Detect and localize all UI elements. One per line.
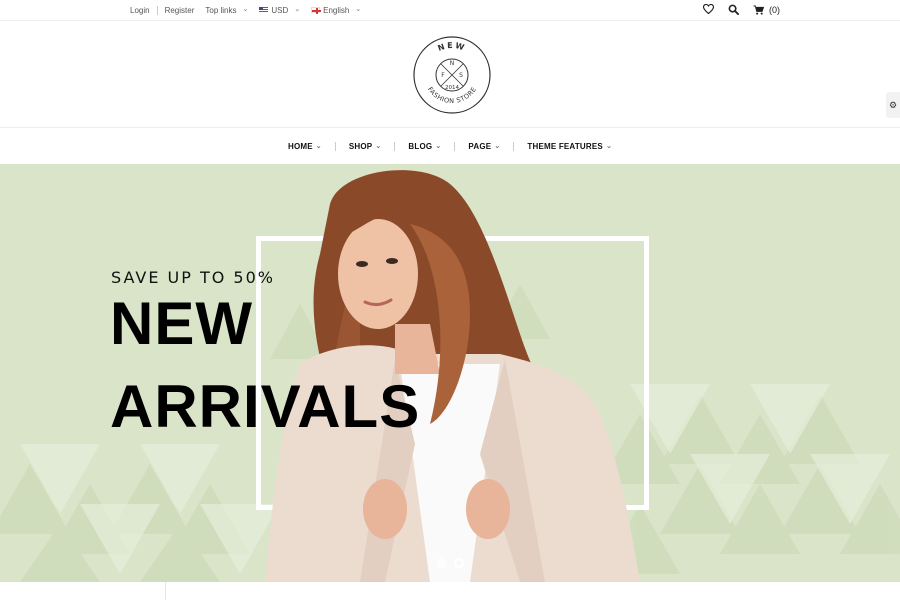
nav-item-theme-features[interactable]: THEME FEATURES ⌄ [514,142,625,151]
content-strip [0,582,900,600]
search-button[interactable] [728,4,739,17]
slider-pagination [436,558,464,568]
nav-label: HOME [287,142,313,151]
header-actions: (0) [702,0,780,20]
store-logo[interactable]: NEW FASHION STORE N F S 2014 [413,36,491,114]
chevron-down-icon: ⌄ [315,142,322,150]
nav-item-home[interactable]: HOME ⌄ [275,142,335,151]
wishlist-button[interactable] [702,3,715,16]
logo-emblem: NEW FASHION STORE N F S 2014 [413,36,491,114]
cart-icon [753,5,764,15]
nav-item-page[interactable]: PAGE ⌄ [455,142,513,151]
hero-headline-line1: NEW [110,290,253,357]
currency-dropdown[interactable]: USD ⌄ [259,6,300,15]
slider-dot-active[interactable] [454,558,464,568]
divider [165,582,166,600]
chevron-down-icon: ⌄ [605,142,613,150]
nav-item-blog[interactable]: BLOG ⌄ [395,142,454,151]
login-link[interactable]: Login [130,6,150,15]
nav-label: SHOP [348,142,373,151]
nav-label: PAGE [468,142,492,151]
hero-slider[interactable]: SAVE UP TO 50% NEW ARRIVALS [0,164,900,582]
top-links-label: Top links [205,5,237,15]
logo-f: F [441,72,445,79]
divider [156,5,158,15]
site-header: NEW FASHION STORE N F S 2014 ⚙ [0,22,900,128]
top-bar: Login Register Top links ⌄ USD ⌄ English… [0,0,900,21]
hero-subtitle: SAVE UP TO 50% [111,268,275,287]
chevron-down-icon: ⌄ [294,6,301,13]
chevron-down-icon: ⌄ [355,6,362,13]
chevron-down-icon: ⌄ [375,142,382,150]
nav-item-shop[interactable]: SHOP ⌄ [336,142,395,151]
nav-label: THEME FEATURES [527,142,603,151]
logo-s: S [459,72,463,79]
nav-label: BLOG [408,142,433,151]
top-links-group: Login Register Top links ⌄ USD ⌄ English… [130,0,361,20]
chevron-down-icon: ⌄ [494,142,501,150]
logo-year: 2014 [445,85,459,91]
chevron-down-icon: ⌄ [242,6,249,13]
language-dropdown[interactable]: English ⌄ [311,6,361,15]
gear-icon: ⚙ [888,99,898,110]
logo-n: N [450,60,455,67]
search-icon [728,4,739,15]
cart-count: (0) [769,5,780,15]
english-flag-icon [311,7,322,14]
cart-button[interactable]: (0) [753,5,780,15]
slider-dot[interactable] [436,558,446,568]
language-label: English [323,5,350,15]
register-link[interactable]: Register [165,6,195,15]
top-links-dropdown[interactable]: Top links ⌄ [205,6,248,15]
hero-headline-line2: ARRIVALS [110,373,421,440]
main-nav: HOME ⌄ SHOP ⌄ BLOG ⌄ PAGE ⌄ THEME FEATUR… [0,129,900,164]
currency-label: USD [271,5,289,15]
us-flag-icon [259,7,269,13]
settings-side-tab[interactable]: ⚙ [886,92,900,118]
chevron-down-icon: ⌄ [435,142,442,150]
heart-icon [702,3,715,15]
